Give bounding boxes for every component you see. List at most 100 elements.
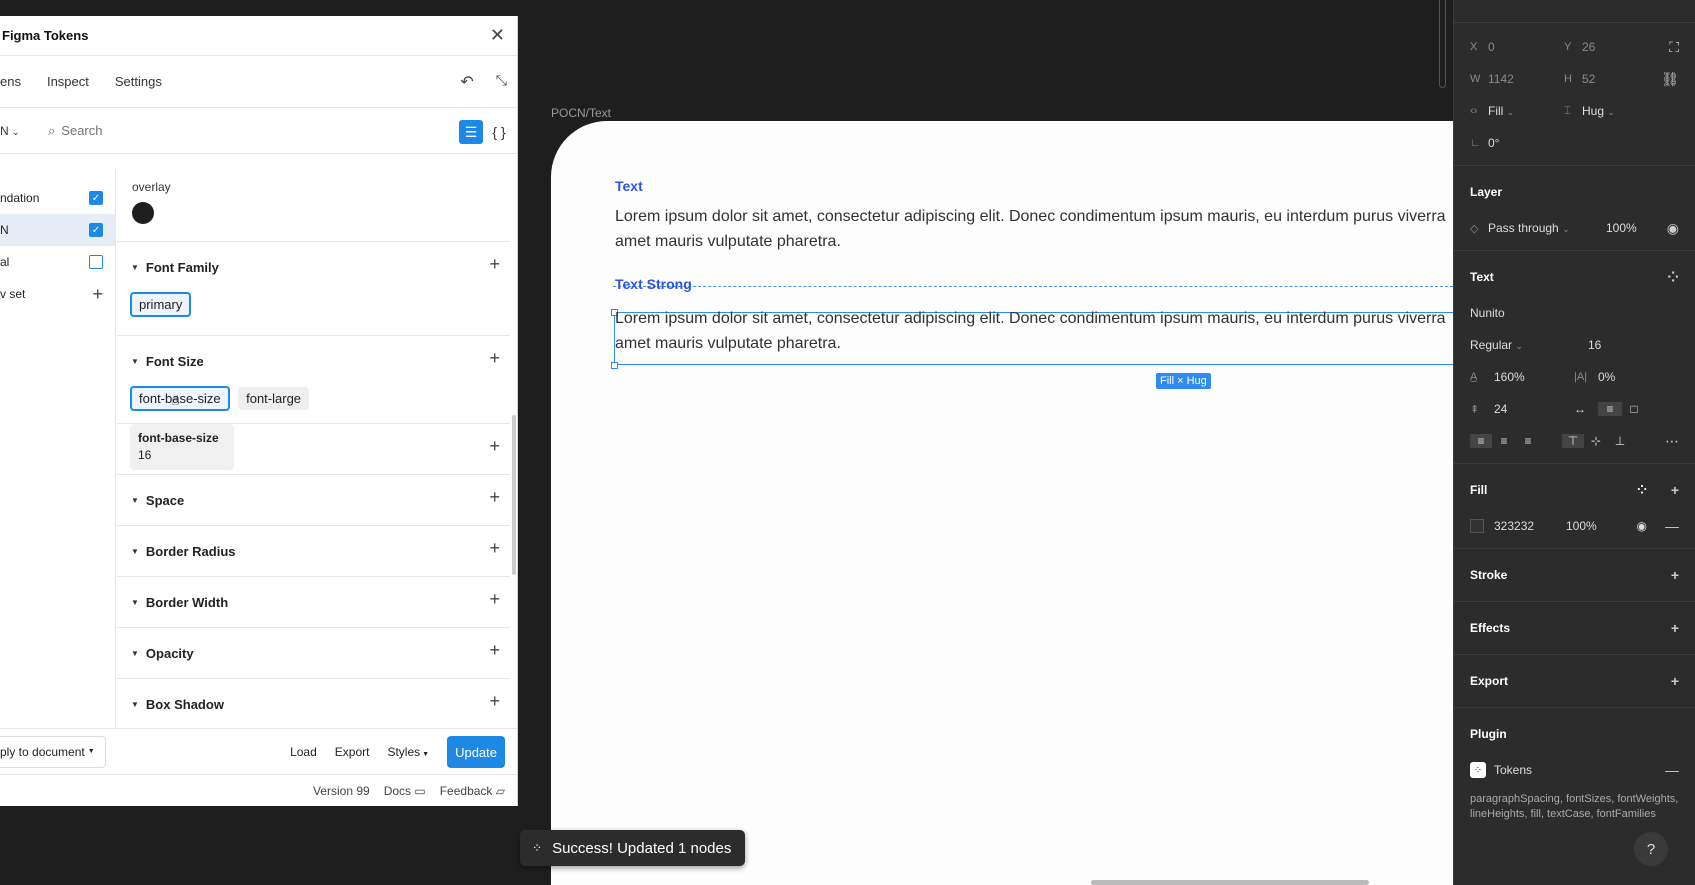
undo-icon[interactable]: ↶: [460, 72, 473, 92]
checkbox[interactable]: ✓: [89, 223, 103, 237]
token-pill[interactable]: font-base-size: [130, 386, 230, 411]
section-header[interactable]: ▼ Font Size: [117, 336, 510, 386]
y-input[interactable]: 26: [1582, 40, 1595, 54]
fixed-size-icon[interactable]: □: [1622, 402, 1646, 416]
align-right-icon[interactable]: ≡: [1516, 434, 1540, 448]
layer-opacity-input[interactable]: 100%: [1606, 221, 1637, 235]
selected-text-line-2[interactable]: amet mauris vulputate pharetra.: [615, 331, 1453, 357]
plus-icon[interactable]: +: [489, 640, 500, 661]
font-weight-select[interactable]: Regular ⌄: [1470, 338, 1588, 352]
align-center-icon[interactable]: ≡: [1492, 434, 1516, 448]
checkbox[interactable]: [89, 255, 103, 269]
tab-tokens[interactable]: ens: [0, 74, 21, 89]
plus-icon[interactable]: +: [489, 691, 500, 712]
plus-icon[interactable]: +: [489, 348, 500, 369]
plus-icon[interactable]: +: [1671, 673, 1679, 689]
section-header[interactable]: ▼ Opacity: [117, 628, 510, 678]
minus-icon[interactable]: —: [1665, 762, 1679, 778]
auto-width-icon[interactable]: ↔: [1574, 402, 1598, 416]
update-button[interactable]: Update: [447, 736, 505, 768]
fill-opacity-input[interactable]: 100%: [1566, 519, 1597, 533]
frame-label[interactable]: POCN/Text: [551, 106, 611, 120]
constrain-proportions-icon[interactable]: ⛓: [1661, 71, 1679, 88]
load-button[interactable]: Load: [290, 745, 317, 759]
more-options-icon[interactable]: ⋯: [1665, 433, 1679, 450]
plus-icon[interactable]: +: [1671, 482, 1679, 498]
line-height-input[interactable]: 160%: [1494, 370, 1574, 384]
paragraph-spacing-input[interactable]: 24: [1494, 402, 1574, 416]
help-button[interactable]: ?: [1634, 832, 1668, 866]
token-pill[interactable]: font-large: [238, 387, 310, 410]
tab-settings[interactable]: Settings: [115, 74, 162, 89]
plugin-titlebar[interactable]: Figma Tokens ✕: [0, 16, 517, 56]
section-header[interactable]: ▼ Space: [117, 475, 510, 525]
set-item-foundation[interactable]: ndation ✓: [0, 182, 115, 214]
plus-icon[interactable]: +: [489, 487, 500, 508]
align-left-icon[interactable]: ≡: [1470, 434, 1492, 448]
set-item-new-set[interactable]: v set +: [0, 278, 115, 310]
text-body-line-1[interactable]: Lorem ipsum dolor sit amet, consectetur …: [615, 204, 1453, 230]
export-button[interactable]: Export: [335, 745, 370, 759]
json-view-button[interactable]: { }: [487, 120, 511, 144]
section-header[interactable]: ▼ Border Radius: [117, 526, 510, 576]
canvas-scrollbar-horizontal[interactable]: [1091, 880, 1369, 885]
width-input[interactable]: 1142: [1488, 72, 1564, 86]
frame-icon[interactable]: ⛶: [1669, 39, 1679, 56]
height-mode-select[interactable]: Hug ⌄: [1582, 104, 1615, 118]
font-family-select[interactable]: Nunito: [1470, 306, 1505, 320]
list-view-button[interactable]: ☰: [459, 120, 483, 144]
text-body-line-2[interactable]: amet mauris vulputate pharetra.: [615, 229, 1453, 255]
x-input[interactable]: 0: [1488, 40, 1564, 54]
text-heading[interactable]: Text: [615, 178, 643, 194]
align-middle-icon[interactable]: ⊹: [1584, 434, 1608, 448]
plus-icon[interactable]: +: [1671, 620, 1679, 636]
set-item-pocn[interactable]: N ✓: [0, 214, 115, 246]
plus-icon[interactable]: +: [489, 436, 500, 457]
section-header[interactable]: ▼ Font Family: [117, 242, 510, 292]
checkbox[interactable]: ✓: [89, 191, 103, 205]
minus-icon[interactable]: —: [1665, 518, 1679, 534]
plus-icon[interactable]: +: [489, 589, 500, 610]
selected-text-line-1[interactable]: Lorem ipsum dolor sit amet, consectetur …: [615, 306, 1453, 332]
styles-grid-icon[interactable]: ⁘: [1637, 483, 1647, 497]
search-input[interactable]: [61, 123, 362, 138]
close-icon[interactable]: ✕: [490, 25, 505, 46]
text-strong-heading[interactable]: Text Strong: [615, 276, 692, 292]
font-size-input[interactable]: 16: [1588, 338, 1601, 352]
eye-icon[interactable]: ◉: [1667, 220, 1679, 237]
canvas-scrollbar-vertical[interactable]: [1439, 0, 1446, 88]
section-opacity: ▼ Opacity +: [117, 628, 510, 679]
resize-handle-bottom-left[interactable]: [611, 362, 618, 369]
docs-link[interactable]: Docs ▭: [384, 784, 426, 798]
plugin-tabs: ens Inspect Settings ↶ ⤡: [0, 56, 517, 108]
align-top-icon[interactable]: ⊤: [1562, 434, 1584, 448]
plugin-name[interactable]: Tokens: [1494, 763, 1532, 777]
section-header[interactable]: ▼ Border Width: [117, 577, 510, 627]
eye-icon[interactable]: ◉: [1637, 519, 1647, 533]
color-swatch-overlay[interactable]: [132, 202, 154, 224]
plus-icon[interactable]: +: [489, 254, 500, 275]
apply-to-button[interactable]: ply to document ▼: [0, 735, 106, 768]
styles-grid-icon[interactable]: ⁘: [1667, 269, 1679, 286]
letter-spacing-input[interactable]: 0%: [1598, 370, 1615, 384]
align-bottom-icon[interactable]: ⊥: [1608, 434, 1632, 448]
fill-hex-input[interactable]: 323232: [1494, 519, 1566, 533]
token-pill[interactable]: primary: [130, 292, 192, 317]
width-mode-select[interactable]: Fill ⌄: [1488, 104, 1564, 118]
rotation-input[interactable]: 0°: [1488, 136, 1499, 150]
tab-inspect[interactable]: Inspect: [47, 74, 89, 89]
section-header[interactable]: ▼ Box Shadow: [117, 679, 510, 728]
plus-icon[interactable]: +: [489, 538, 500, 559]
feedback-link[interactable]: Feedback ▱: [440, 784, 505, 798]
height-input[interactable]: 52: [1582, 72, 1595, 86]
fill-swatch[interactable]: [1470, 519, 1484, 533]
auto-height-icon[interactable]: ≡: [1598, 402, 1622, 416]
plus-icon[interactable]: +: [1671, 567, 1679, 583]
token-list-scrollbar[interactable]: [512, 415, 516, 575]
blend-mode-select[interactable]: Pass through ⌄: [1488, 221, 1606, 235]
minimize-icon[interactable]: ⤡: [496, 72, 507, 92]
token-set-selector[interactable]: N ⌄: [0, 124, 48, 138]
styles-button[interactable]: Styles ▼: [387, 745, 429, 759]
set-item-global[interactable]: al: [0, 246, 115, 278]
plus-icon[interactable]: +: [92, 284, 103, 305]
